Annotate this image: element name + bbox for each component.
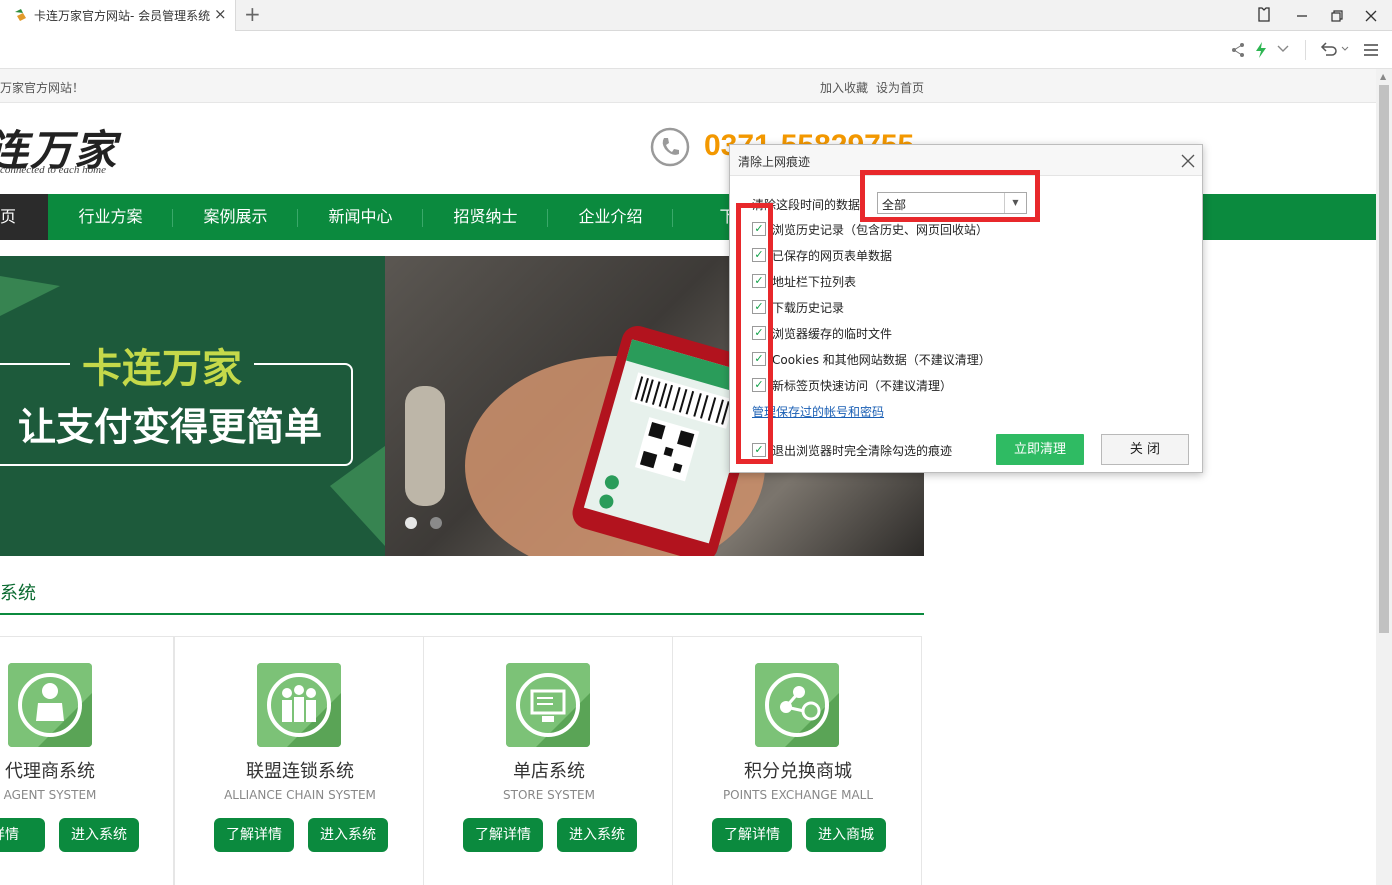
enter-system-button[interactable]: 进入系统	[308, 818, 388, 852]
toolbar-divider	[1305, 40, 1306, 60]
alliance-icon	[257, 663, 341, 747]
section-divider	[0, 613, 924, 615]
browser-tab-bar: 卡连万家官方网站- 会员管理系统 × +	[0, 0, 1392, 31]
add-favorite-link[interactable]: 加入收藏	[820, 79, 868, 96]
option-label: 浏览历史记录（包含历史、网页回收站）	[772, 223, 989, 237]
nav-item-jobs[interactable]: 招贤纳士	[423, 194, 548, 240]
banner-slogan: 让支付变得更简单	[18, 405, 323, 449]
card-title: 联盟连锁系统	[246, 761, 354, 782]
option-label: 浏览器缓存的临时文件	[772, 327, 893, 341]
option-label: Cookies 和其他网站数据（不建议清理）	[772, 353, 991, 367]
card-title: 单店系统	[513, 761, 585, 782]
carousel-dot[interactable]	[430, 517, 442, 529]
highlight-box-range	[860, 170, 1040, 222]
undo-icon[interactable]	[1318, 41, 1338, 59]
welcome-text: 万家官方网站！	[0, 81, 85, 95]
details-button[interactable]: 了解详情	[214, 818, 294, 852]
banner-title: 卡连万家	[70, 336, 254, 394]
points-mall-icon	[755, 663, 839, 747]
clear-now-button[interactable]: 立即清理	[996, 434, 1084, 465]
scroll-thumb[interactable]	[1379, 85, 1389, 633]
card-subtitle: ALLIANCE CHAIN SYSTEM	[224, 788, 376, 802]
restore-icon[interactable]	[1327, 8, 1347, 24]
nav-item-cases[interactable]: 案例展示	[173, 194, 298, 240]
share-icon[interactable]	[1230, 42, 1246, 58]
close-window-icon[interactable]	[1361, 8, 1381, 24]
option-label: 新标签页快速访问（不建议清理）	[772, 379, 953, 393]
carousel-dot-active[interactable]	[405, 517, 417, 529]
tab-title: 卡连万家官方网站- 会员管理系统	[34, 9, 210, 23]
product-card-points: 积分兑换商城 POINTS EXCHANGE MALL 了解详情 进入商城	[672, 636, 922, 885]
section-title: 系统	[0, 583, 36, 604]
card-title: 积分兑换商城	[744, 761, 852, 782]
top-info-bar: 万家官方网站！ 加入收藏 设为首页	[0, 69, 1376, 103]
product-card-agent: 代理商系统 AGENT SYSTEM 详情 进入系统	[0, 636, 174, 885]
enter-system-button[interactable]: 进入系统	[59, 818, 139, 852]
set-homepage-link[interactable]: 设为首页	[876, 79, 924, 96]
option-label: 下载历史记录	[772, 301, 845, 315]
product-card-store: 单店系统 STORE SYSTEM 了解详情 进入系统	[423, 636, 673, 885]
option-label: 已保存的网页表单数据	[772, 249, 893, 263]
details-button[interactable]: 详情	[0, 818, 45, 852]
undo-dropdown-icon[interactable]	[1341, 46, 1349, 52]
card-subtitle: POINTS EXCHANGE MALL	[722, 788, 874, 802]
card-subtitle: AGENT SYSTEM	[3, 788, 97, 802]
enter-system-button[interactable]: 进入系统	[557, 818, 637, 852]
nav-item-about[interactable]: 企业介绍	[548, 194, 673, 240]
menu-icon[interactable]	[1362, 42, 1380, 58]
phone-icon	[650, 127, 690, 167]
nav-item-news[interactable]: 新闻中心	[298, 194, 423, 240]
agent-icon	[8, 663, 92, 747]
details-button[interactable]: 了解详情	[712, 818, 792, 852]
highlight-box-checkboxes	[736, 203, 773, 464]
store-icon	[506, 663, 590, 747]
lightning-icon[interactable]	[1254, 41, 1268, 59]
site-favicon-icon	[15, 9, 26, 21]
browser-toolbar	[0, 31, 1392, 69]
scroll-up-icon[interactable]: ▲	[1380, 72, 1386, 81]
card-title: 代理商系统	[5, 761, 95, 782]
enter-mall-button[interactable]: 进入商城	[806, 818, 886, 852]
clear-on-exit-label: 退出浏览器时完全清除勾选的痕迹	[772, 444, 953, 458]
logo-tagline: connected to each home	[0, 164, 106, 176]
dialog-title: 清除上网痕迹	[738, 155, 811, 169]
minimize-icon[interactable]	[1292, 8, 1312, 24]
shirt-icon[interactable]	[1254, 7, 1274, 23]
dialog-close-icon[interactable]	[1180, 153, 1196, 169]
new-tab-button[interactable]: +	[244, 2, 261, 26]
option-label: 地址栏下拉列表	[772, 275, 857, 289]
close-button[interactable]: 关 闭	[1101, 434, 1189, 465]
card-subtitle: STORE SYSTEM	[503, 788, 595, 802]
product-card-alliance: 联盟连锁系统 ALLIANCE CHAIN SYSTEM 了解详情 进入系统	[174, 636, 424, 885]
tab-close-icon[interactable]: ×	[214, 5, 227, 23]
browser-tab[interactable]: 卡连万家官方网站- 会员管理系统 ×	[0, 0, 236, 31]
details-button[interactable]: 了解详情	[463, 818, 543, 852]
page-scrollbar[interactable]: ▲	[1376, 69, 1392, 885]
nav-item-home[interactable]: 页	[0, 194, 48, 240]
chevron-down-icon[interactable]	[1276, 44, 1290, 54]
nav-item-industry[interactable]: 行业方案	[48, 194, 173, 240]
